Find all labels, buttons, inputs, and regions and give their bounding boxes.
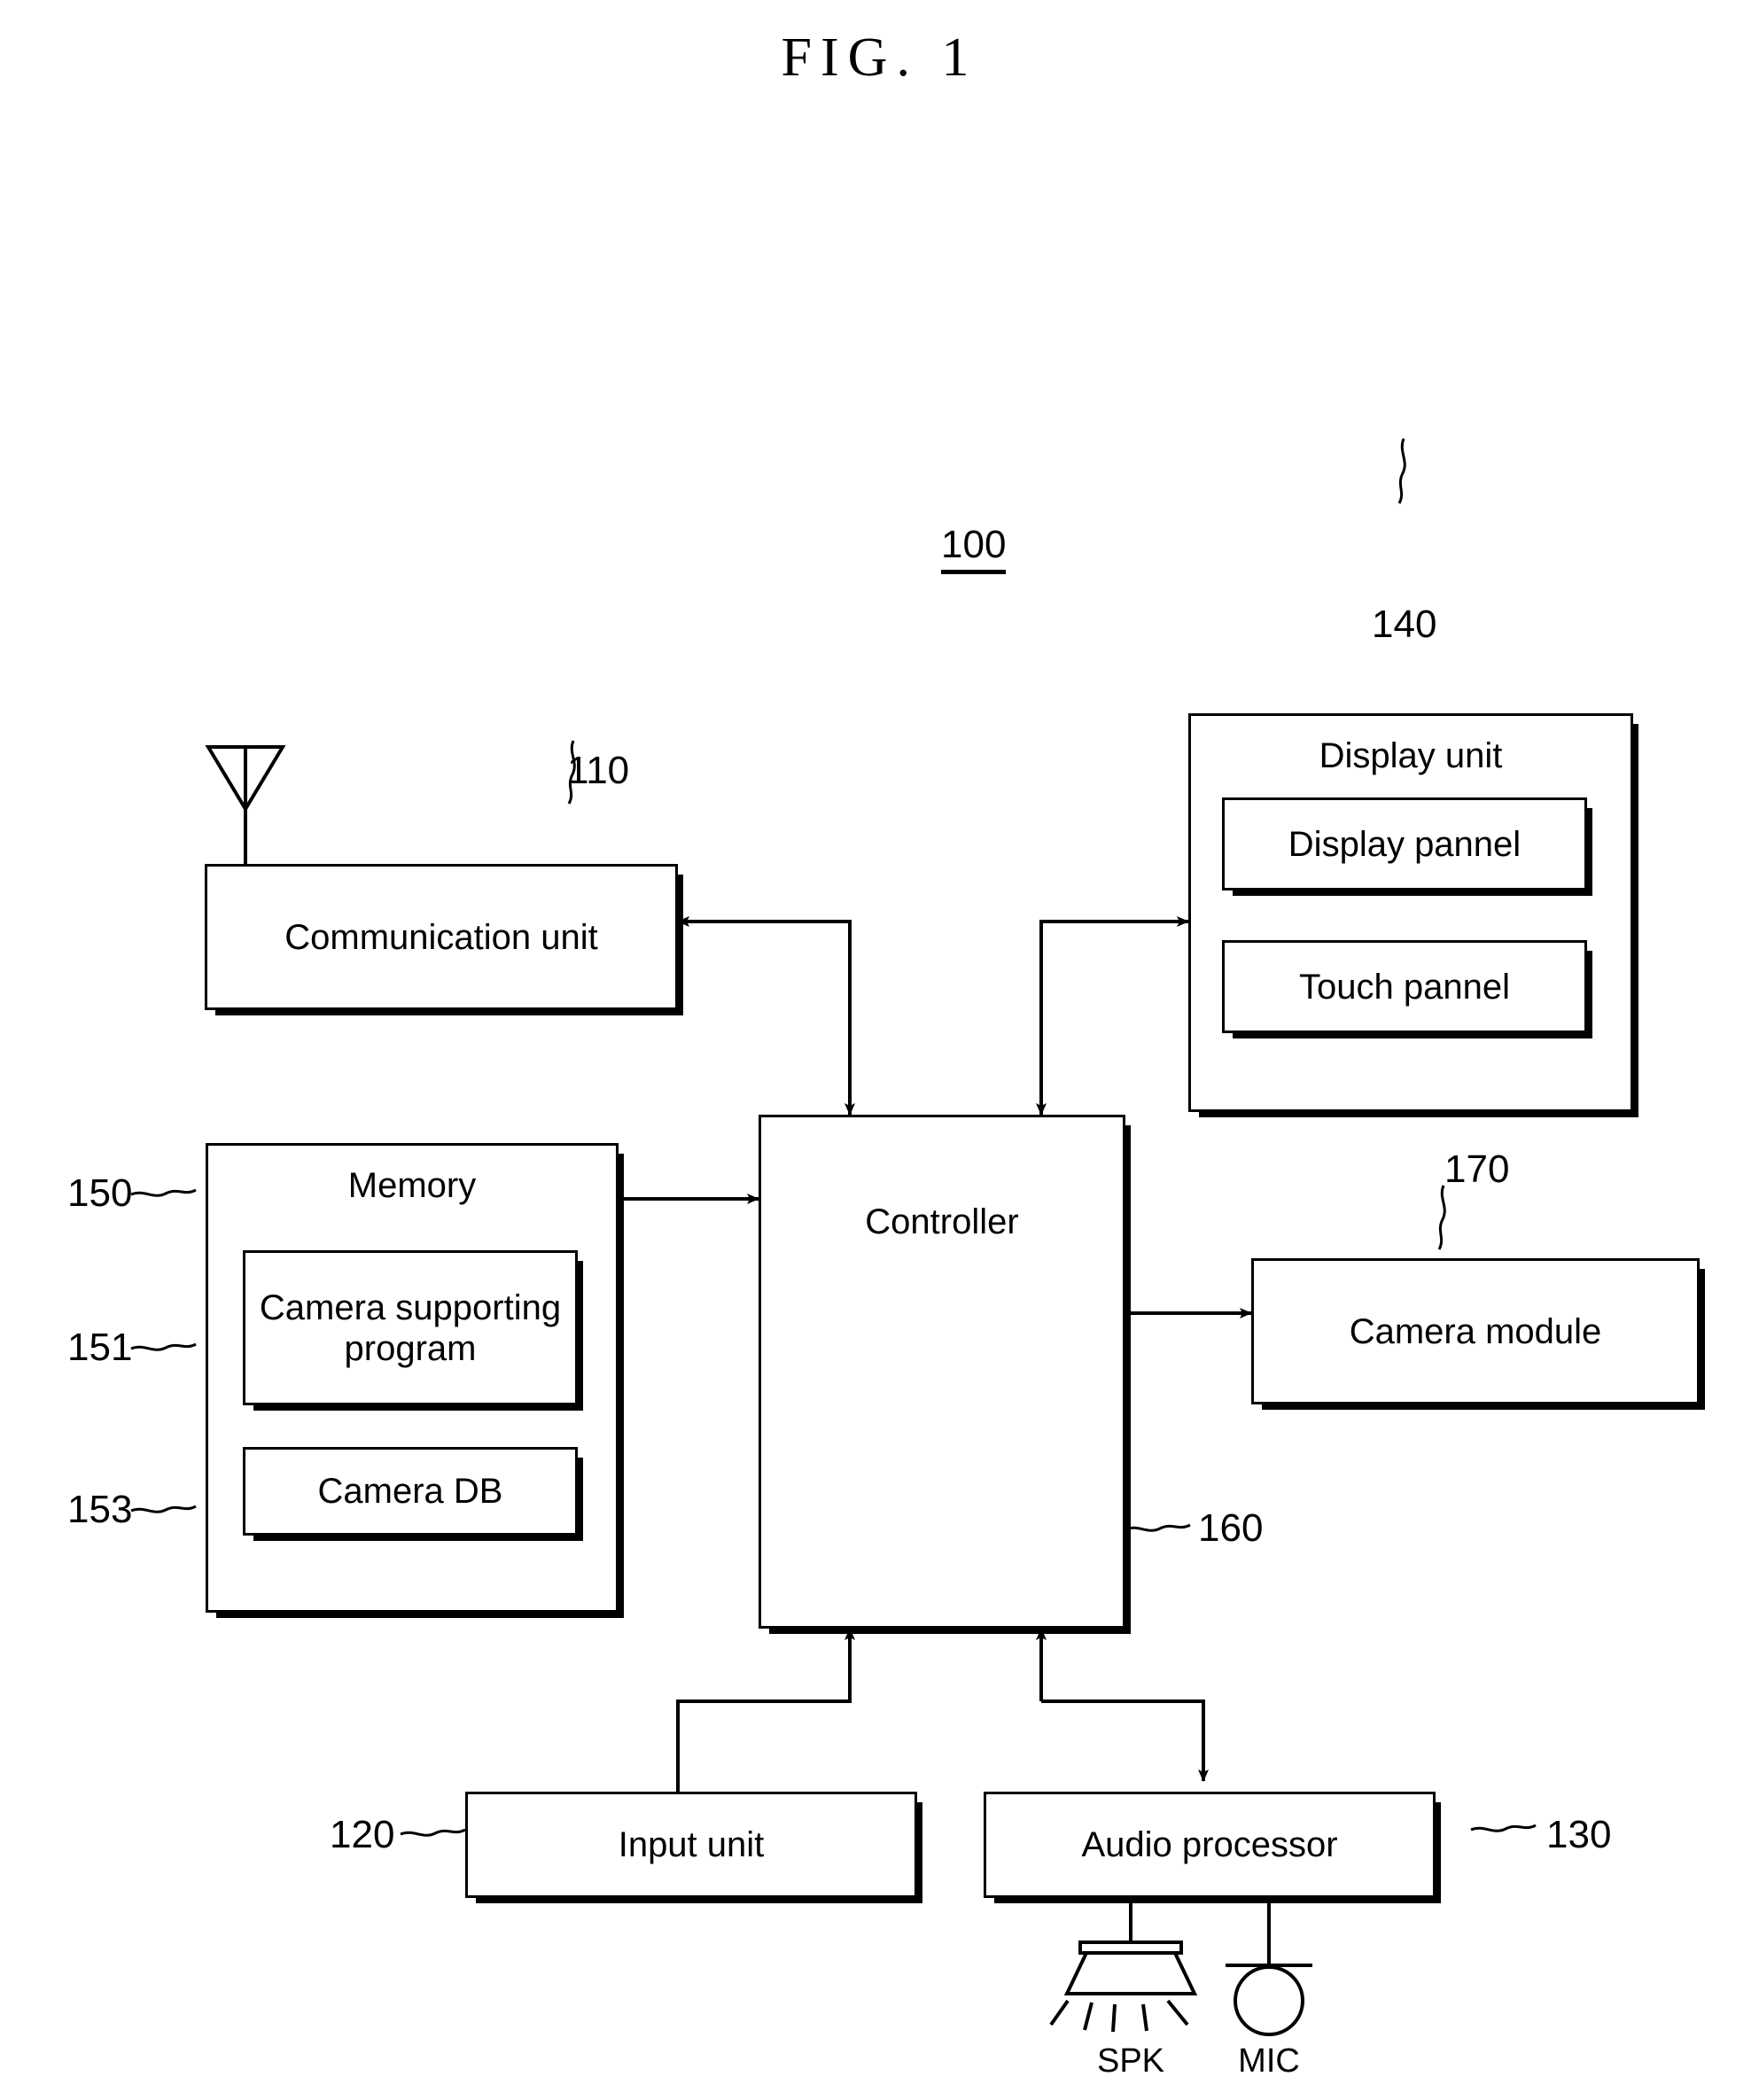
block-camera-db[interactable]: Camera DB [243, 1447, 578, 1536]
block-memory[interactable]: Memory Camera supporting program Camera … [206, 1143, 619, 1613]
block-touch-pannel[interactable]: Touch pannel [1222, 940, 1587, 1033]
block-camera-supporting-program[interactable]: Camera supporting program [243, 1250, 578, 1405]
figure-title: FIG. 1 [781, 27, 978, 88]
block-display-pannel[interactable]: Display pannel [1222, 797, 1587, 891]
speaker-label: SPK [1096, 2042, 1165, 2080]
patent-figure: FIG. 1 100 Communication unit 110 Displa… [0, 0, 1759, 2100]
communication-unit-label: Communication unit [284, 917, 598, 957]
touch-pannel-label: Touch pannel [1299, 967, 1510, 1007]
ref-153: 153 [67, 1488, 133, 1531]
audio-processor-label: Audio processor [1081, 1825, 1338, 1864]
block-display-unit[interactable]: Display unit Display pannel Touch pannel [1188, 713, 1633, 1112]
ref-170: 170 [1444, 1147, 1510, 1191]
ref-150: 150 [67, 1171, 133, 1215]
block-audio-processor[interactable]: Audio processor [984, 1792, 1436, 1898]
input-unit-label: Input unit [618, 1825, 765, 1864]
camera-db-label: Camera DB [317, 1472, 503, 1511]
block-input-unit[interactable]: Input unit [465, 1792, 917, 1898]
block-camera-module[interactable]: Camera module [1251, 1258, 1700, 1404]
microphone-icon [1226, 1964, 1312, 2036]
ref-140: 140 [1372, 603, 1437, 646]
controller-label: Controller [865, 1202, 1019, 1241]
microphone-label: MIC [1238, 2042, 1300, 2080]
ref-110: 110 [567, 749, 630, 792]
ref-120: 120 [330, 1813, 395, 1856]
antenna-icon [205, 745, 286, 864]
ref-130: 130 [1546, 1813, 1612, 1856]
ref-100-system: 100 [941, 523, 1007, 574]
memory-label: Memory [347, 1166, 477, 1205]
ref-160: 160 [1198, 1506, 1264, 1550]
display-pannel-label: Display pannel [1288, 824, 1522, 864]
ref-151: 151 [67, 1326, 133, 1369]
display-unit-label: Display unit [1319, 736, 1503, 775]
block-communication-unit[interactable]: Communication unit [205, 864, 678, 1010]
block-controller[interactable]: Controller [759, 1115, 1125, 1629]
camera-supporting-program-label: Camera supporting program [259, 1287, 562, 1368]
camera-module-label: Camera module [1349, 1311, 1602, 1351]
speaker-icon [1049, 1941, 1198, 2033]
